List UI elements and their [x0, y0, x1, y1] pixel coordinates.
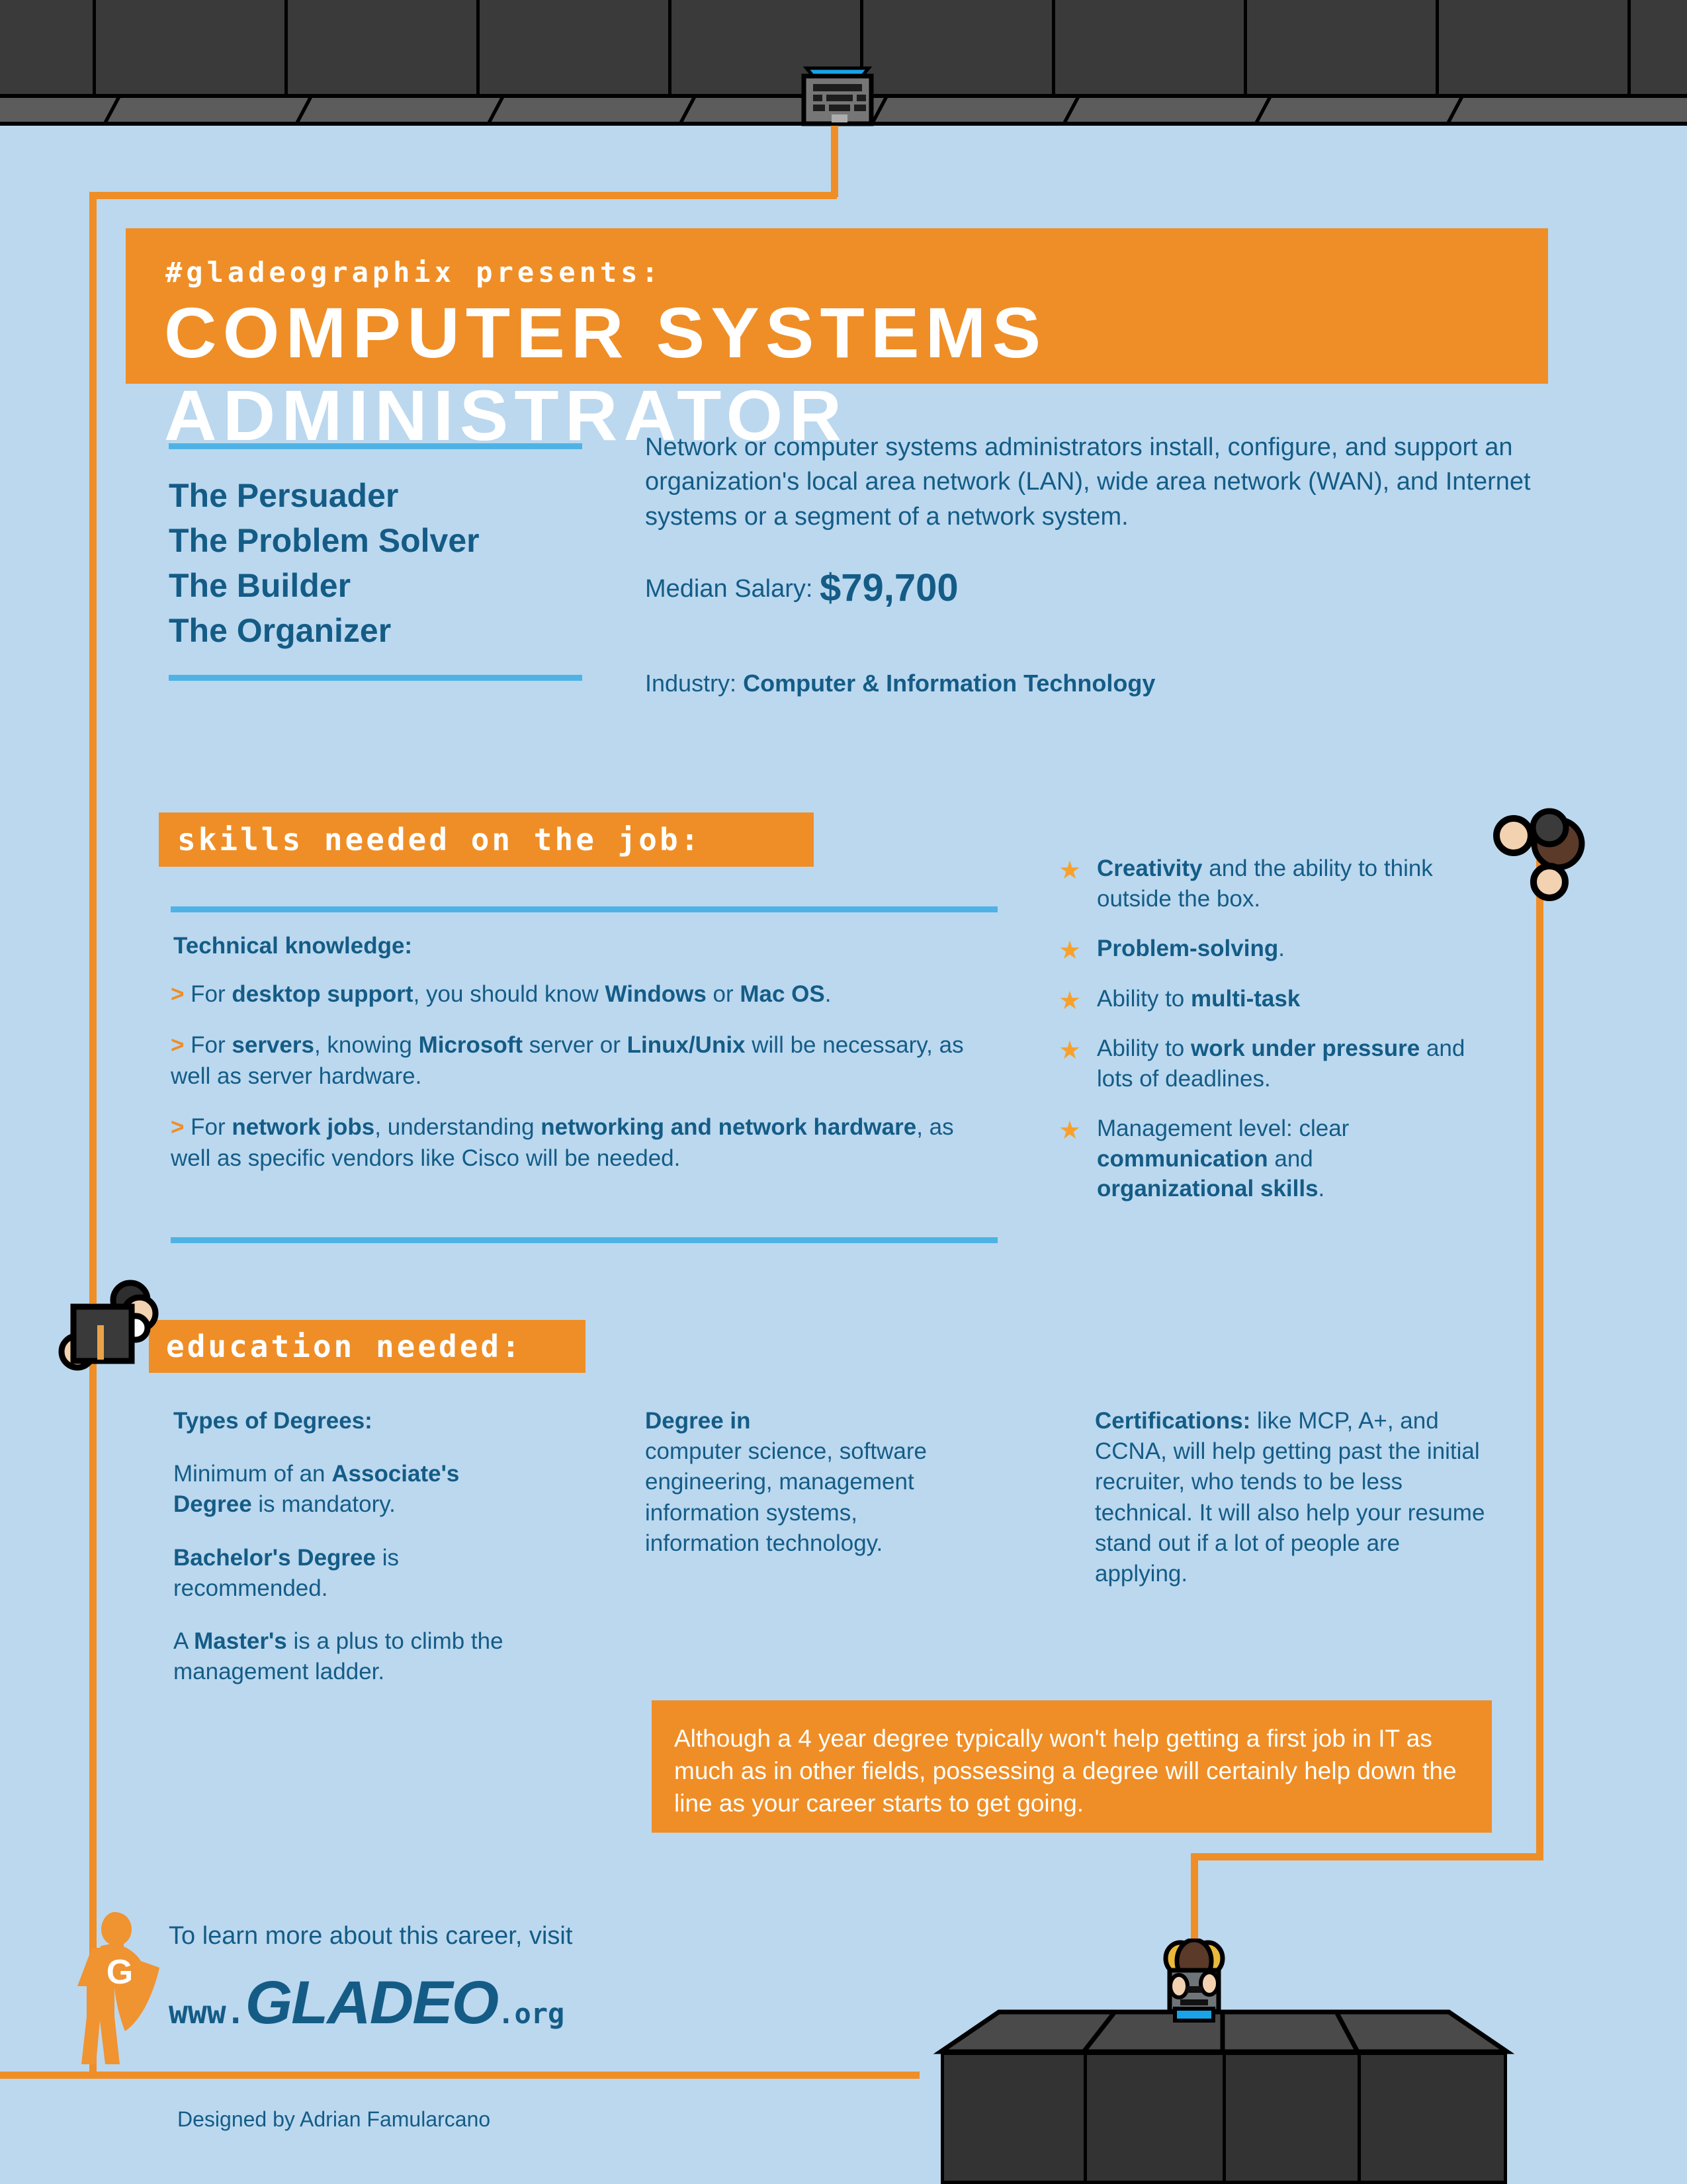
education-col3-heading: Certifications: [1095, 1408, 1251, 1434]
education-col2-heading: Degree in [645, 1408, 751, 1434]
molecule-icon [1475, 804, 1588, 903]
star-icon: ★ [1059, 937, 1082, 965]
url-suffix: .org [497, 1997, 565, 2030]
degree-callout: Although a 4 year degree typically won't… [652, 1700, 1492, 1833]
persona-list: The Persuader The Problem Solver The Bui… [169, 473, 599, 653]
url-prefix: www. [169, 1994, 245, 2031]
bottom-platform [913, 2008, 1535, 2184]
education-item: Bachelor's Degree is recommended. [173, 1544, 399, 1601]
median-salary: Median Salary: $79,700 [645, 566, 959, 610]
education-column-degrees: Types of Degrees: Minimum of an Associat… [173, 1406, 544, 1710]
persona-rule-bottom [169, 675, 582, 681]
technical-item: > For desktop support, you should know W… [171, 981, 832, 1007]
education-col3-body: like MCP, A+, and CCNA, will help gettin… [1095, 1408, 1485, 1587]
persona-rule-top [169, 443, 582, 449]
persona-item: The Organizer [169, 612, 392, 649]
designer-credit: Designed by Adrian Famularcano [177, 2107, 491, 2131]
star-icon: ★ [1059, 986, 1082, 1015]
soft-skills-list: ★ Creativity and the ability to think out… [1059, 853, 1469, 1224]
industry: Industry: Computer & Information Technol… [645, 670, 1155, 697]
wire-left-vertical [89, 192, 97, 1303]
soft-skill-item: ★ Management level: clear communication a… [1059, 1115, 1350, 1201]
education-col2: Degree in computer science, software engi… [645, 1406, 976, 1559]
wire-top-vertical [831, 126, 838, 197]
salary-value: $79,700 [820, 566, 959, 609]
education-item: A Master's is a plus to climb the manage… [173, 1628, 503, 1685]
industry-value: Computer & Information Technology [743, 670, 1156, 697]
technical-item: > For servers, knowing Microsoft server … [171, 1031, 964, 1089]
persona-item: The Builder [169, 567, 351, 604]
url-brand: GLADEO [245, 1969, 499, 2036]
salary-label: Median Salary: [645, 575, 813, 603]
skills-rule-bottom [171, 1237, 998, 1243]
server-icon-top [797, 63, 878, 129]
education-column-certifications: Certifications: like MCP, A+, and CCNA, … [1095, 1406, 1498, 1612]
star-icon: ★ [1059, 857, 1082, 885]
wire-top-horizontal [89, 192, 837, 199]
arrow-icon: > [171, 981, 185, 1007]
soft-skill-item: ★ Creativity and the ability to think out… [1059, 855, 1433, 912]
gladeo-hero-logo: G [36, 1905, 182, 2071]
education-item: Minimum of an Associate's Degree is mand… [173, 1461, 460, 1518]
education-col2-body: computer science, software engineering, … [645, 1438, 928, 1556]
star-icon: ★ [1059, 1117, 1082, 1145]
infographic-page: #gladeographix presents: COMPUTER SYSTEM… [0, 0, 1687, 2184]
soft-skill-item: ★ Problem-solving. [1059, 934, 1469, 965]
kicker-text: #gladeographix presents: [165, 256, 662, 288]
technical-knowledge-heading: Technical knowledge: [173, 933, 413, 959]
wire-right-vertical [1536, 860, 1543, 1860]
education-section-header: education needed: [149, 1320, 585, 1373]
robot-server-icon [1151, 1937, 1237, 2025]
gladeo-url[interactable]: www.GLADEO.org [169, 1968, 564, 2038]
wire-bottom-horizontal [1191, 1853, 1543, 1860]
technical-item: > For network jobs, understanding networ… [171, 1114, 954, 1171]
technical-knowledge-list: > For desktop support, you should know W… [171, 979, 998, 1194]
skills-rule-top [171, 906, 998, 912]
arrow-icon: > [171, 1031, 185, 1058]
industry-label: Industry: [645, 670, 737, 697]
education-column-majors: Degree in computer science, software engi… [645, 1406, 976, 1581]
title-banner: #gladeographix presents: COMPUTER SYSTEM… [126, 228, 1548, 455]
soft-skill-item: ★ Ability to multi-task [1059, 984, 1469, 1015]
job-description: Network or computer systems administrato… [645, 433, 1531, 531]
education-col3: Certifications: like MCP, A+, and CCNA, … [1095, 1406, 1498, 1589]
persona-item: The Persuader [169, 477, 399, 514]
skills-section-header: skills needed on the job: [159, 812, 814, 867]
arrow-icon: > [171, 1114, 185, 1140]
logo-letter: G [107, 1953, 133, 1991]
persona-item: The Problem Solver [169, 522, 480, 559]
camera-icon [56, 1274, 162, 1373]
wire-footer-line [0, 2072, 920, 2079]
education-col1-heading: Types of Degrees: [173, 1408, 372, 1434]
footer-cta: To learn more about this career, visit [169, 1922, 573, 1950]
soft-skill-item: ★ Ability to work under pressure and lots… [1059, 1035, 1465, 1092]
star-icon: ★ [1059, 1037, 1082, 1065]
